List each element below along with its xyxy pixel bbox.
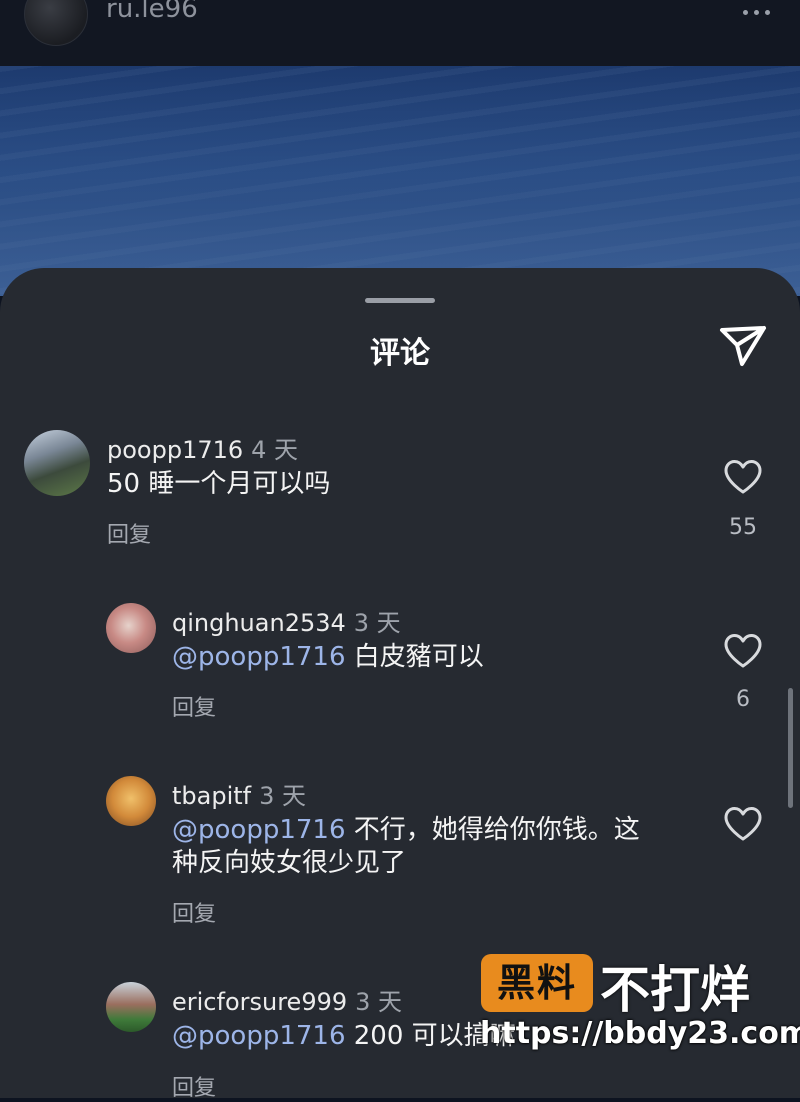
mention-link[interactable]: @poopp1716 bbox=[172, 642, 346, 672]
more-horizontal-icon[interactable] bbox=[736, 0, 776, 24]
like-count: 6 bbox=[736, 687, 750, 712]
watermark-badge: 黑料 bbox=[481, 954, 593, 1012]
user-avatar[interactable] bbox=[106, 603, 156, 653]
post-photo bbox=[0, 66, 800, 296]
username-text[interactable]: tbapitf bbox=[172, 782, 251, 810]
comment-body-continued: 种反向妓女很少见了 bbox=[172, 848, 407, 878]
watermark-url: https://bbdy23.com bbox=[480, 1016, 800, 1051]
heart-icon[interactable] bbox=[723, 459, 763, 495]
comment-username[interactable]: poopp1716 4 天 bbox=[107, 430, 298, 465]
user-avatar[interactable] bbox=[106, 982, 156, 1032]
comment-time: 3 天 bbox=[355, 988, 403, 1016]
sheet-drag-handle[interactable] bbox=[365, 298, 435, 303]
comment-text: 50 睡一个月可以吗 bbox=[107, 469, 331, 499]
comment-text: @poopp1716 白皮豬可以 bbox=[172, 641, 484, 674]
mention-link[interactable]: @poopp1716 bbox=[172, 815, 346, 845]
comment-time: 4 天 bbox=[251, 436, 299, 464]
poster-avatar[interactable] bbox=[24, 0, 88, 46]
comment-username[interactable]: ericforsure999 3 天 bbox=[172, 982, 402, 1017]
username-text[interactable]: qinghuan2534 bbox=[172, 609, 346, 637]
user-avatar[interactable] bbox=[106, 776, 156, 826]
comment-time: 3 天 bbox=[353, 609, 401, 637]
username-text[interactable]: ericforsure999 bbox=[172, 988, 347, 1016]
reply-button[interactable]: 回复 bbox=[172, 690, 216, 722]
comment-body: 白皮豬可以 bbox=[353, 642, 484, 672]
comment-username[interactable]: tbapitf 3 天 bbox=[172, 776, 306, 811]
send-icon[interactable] bbox=[718, 324, 768, 368]
poster-username[interactable]: ru.le96 bbox=[106, 0, 198, 24]
reply-button[interactable]: 回复 bbox=[172, 1070, 216, 1102]
comment-text: @poopp1716 不行，她得给你你钱。这 种反向妓女很少见了 bbox=[172, 814, 692, 880]
reply-button[interactable]: 回复 bbox=[172, 896, 216, 928]
sheet-title: 评论 bbox=[370, 336, 430, 371]
reply-button[interactable]: 回复 bbox=[107, 517, 151, 549]
comment-time: 3 天 bbox=[259, 782, 307, 810]
comment-text: @poopp1716 200 可以搞嘛 bbox=[172, 1020, 516, 1053]
user-avatar[interactable] bbox=[24, 430, 90, 496]
heart-icon[interactable] bbox=[723, 633, 763, 669]
top-bar: ru.le96 bbox=[0, 0, 800, 66]
scrollbar[interactable] bbox=[788, 688, 793, 808]
comment-username[interactable]: qinghuan2534 3 天 bbox=[172, 603, 401, 638]
like-count: 55 bbox=[729, 515, 757, 540]
heart-icon[interactable] bbox=[723, 806, 763, 842]
username-text[interactable]: poopp1716 bbox=[107, 436, 243, 464]
comment-body: 不行，她得给你你钱。这 bbox=[353, 815, 640, 845]
mention-link[interactable]: @poopp1716 bbox=[172, 1021, 346, 1051]
watermark-text: 不打烊 bbox=[600, 961, 750, 1019]
